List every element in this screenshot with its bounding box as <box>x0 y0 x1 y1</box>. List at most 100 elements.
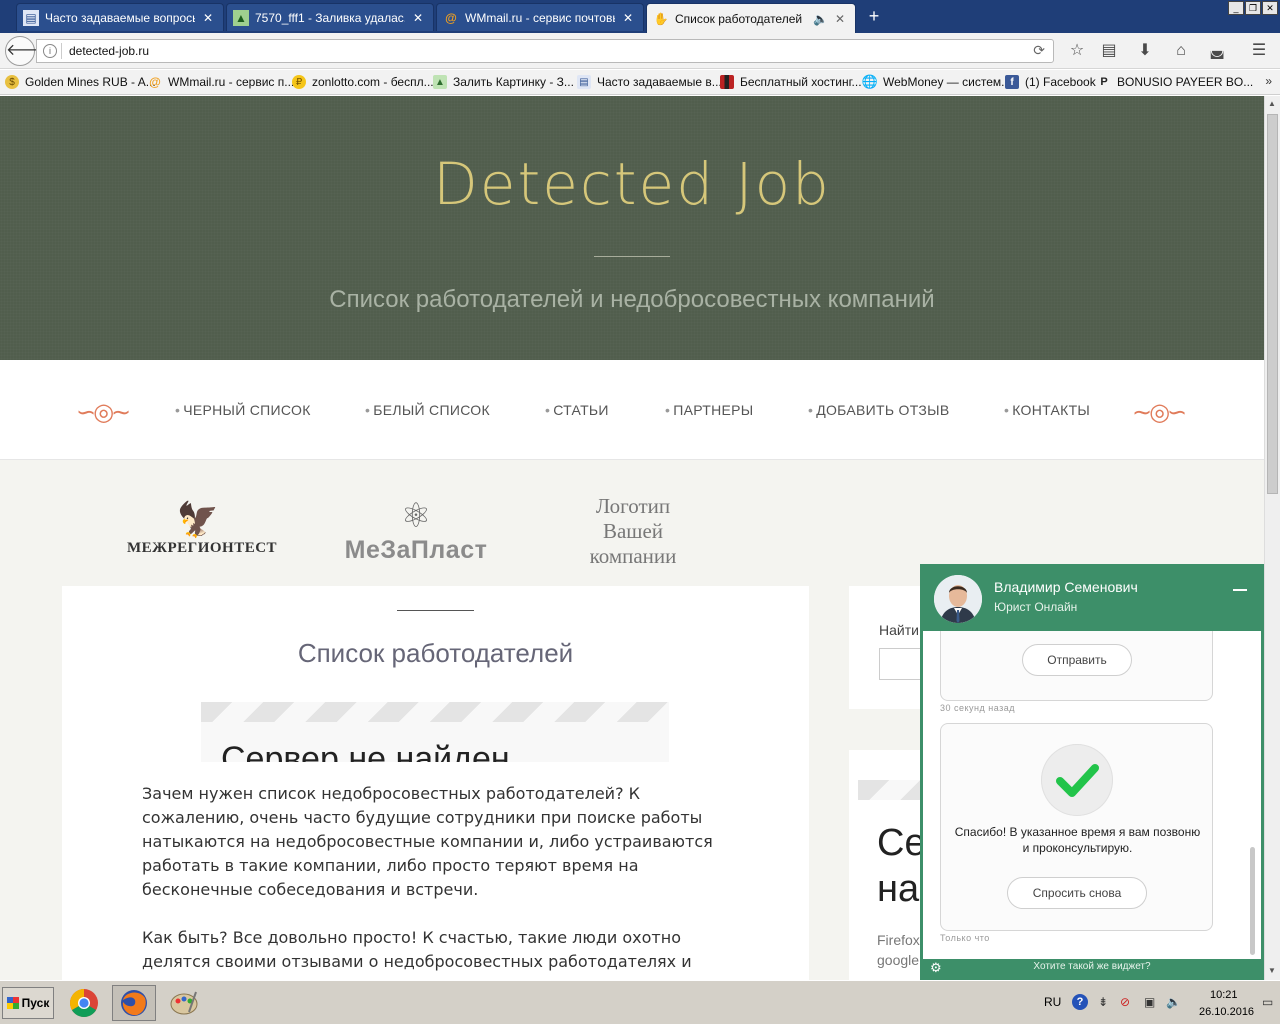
tab-label: 7570_fff1 - Заливка удалас... <box>255 10 405 25</box>
url-text[interactable]: detected-job.ru <box>69 44 149 58</box>
menu-item-label: ДОБАВИТЬ ОТЗЫВ <box>816 402 950 418</box>
menu-item-articles[interactable]: • СТАТЬИ <box>545 402 609 418</box>
close-icon[interactable]: ✕ <box>411 11 425 25</box>
bullet: • <box>365 402 371 418</box>
page-scrollbar[interactable]: ▲ ▼ <box>1264 96 1280 980</box>
reload-icon[interactable]: ⟳ <box>1033 42 1045 59</box>
heading-line: Се <box>877 822 926 864</box>
divider <box>397 610 474 611</box>
scroll-down-icon[interactable]: ▼ <box>1268 966 1276 975</box>
menu-item-blacklist[interactable]: • ЧЕРНЫЙ СПИСОК <box>175 402 311 418</box>
tab-employers-list[interactable]: ✋ Список работодателей 🔈 ✕ <box>646 3 856 33</box>
text-line: Firefox <box>877 932 920 948</box>
clock-date[interactable]: 26.10.2016 <box>1199 1006 1254 1018</box>
network-warning-icon[interactable]: ⊘ <box>1120 995 1130 1009</box>
bullet: • <box>175 402 181 418</box>
bullet: • <box>808 402 814 418</box>
error-heading: Сервер не найден <box>221 740 510 762</box>
bookmark-item[interactable]: f (1) Facebook <box>1005 75 1096 89</box>
download-icon[interactable]: ⬇ <box>1134 41 1156 61</box>
partner-logo-mezhregiontest[interactable]: 🦅 МЕЖРЕГИОНТЕСТ <box>127 500 277 557</box>
chat-messages: Отправить 30 секунд назад Спасибо! В ука… <box>923 631 1261 959</box>
ask-again-button[interactable]: Спросить снова <box>1007 877 1147 909</box>
close-window-button[interactable]: ✕ <box>1262 1 1278 15</box>
partner-logo-placeholder[interactable]: Логотип Вашей компании <box>560 494 706 569</box>
document-icon: ▤ <box>23 9 39 26</box>
paint-icon[interactable] <box>162 985 206 1021</box>
ornament-left-icon: ∽◎∼ <box>76 399 131 426</box>
site-title[interactable]: Detected Job <box>0 150 1264 218</box>
chrome-icon[interactable] <box>62 985 106 1021</box>
bookmark-label: zonlotto.com - беспл... <box>312 75 434 89</box>
atom-icon: ⚛ <box>400 497 432 535</box>
restore-window-button[interactable]: ❐ <box>1245 1 1261 15</box>
tab-image-host[interactable]: ▲ 7570_fff1 - Заливка удалас... ✕ <box>226 3 434 31</box>
bookmarks-overflow-icon[interactable]: » <box>1265 74 1272 88</box>
network-icon[interactable]: ▣ <box>1144 995 1155 1009</box>
bookmark-item[interactable]: ▲ Залить Картинку - З... <box>433 75 574 89</box>
menu-item-add-review[interactable]: • ДОБАВИТЬ ОТЗЫВ <box>808 402 950 418</box>
divider <box>61 43 62 59</box>
article-text: Зачем нужен список недобросовестных рабо… <box>142 782 732 980</box>
speaker-icon[interactable]: 🔈 <box>813 12 828 26</box>
expand-tray-icon[interactable]: ⇟ <box>1098 995 1108 1009</box>
pocket-icon[interactable]: ◛ <box>1206 41 1228 61</box>
address-bar[interactable]: i detected-job.ru ⟳ <box>36 39 1054 63</box>
firefox-icon[interactable] <box>112 985 156 1021</box>
chat-footer: ⚙ Хотите такой же виджет? <box>923 959 1261 977</box>
new-tab-button[interactable]: + <box>862 5 886 27</box>
widget-promo-link[interactable]: Хотите такой же виджет? <box>923 961 1261 972</box>
bullet: • <box>665 402 671 418</box>
placeholder-line: компании <box>589 544 677 568</box>
language-indicator[interactable]: RU <box>1044 995 1061 1009</box>
bookmark-label: (1) Facebook <box>1025 75 1096 89</box>
bookmark-item[interactable]: P BONUSIO PAYEER BO... <box>1097 75 1253 89</box>
bookmark-item[interactable]: ▤ Часто задаваемые в... <box>577 75 722 89</box>
clock-time[interactable]: 10:21 <box>1210 989 1238 1001</box>
info-icon[interactable]: i <box>43 44 57 58</box>
start-button[interactable]: Пуск <box>2 987 54 1019</box>
close-icon[interactable]: ✕ <box>833 12 847 26</box>
at-icon: @ <box>445 10 457 25</box>
minimize-icon[interactable] <box>1233 589 1247 591</box>
close-icon[interactable]: ✕ <box>201 11 215 25</box>
help-icon[interactable]: ? <box>1072 994 1088 1010</box>
partner-logo-mezaplast[interactable]: ⚛ МеЗаПласт <box>341 496 491 565</box>
menu-item-contacts[interactable]: • КОНТАКТЫ <box>1004 402 1090 418</box>
close-icon[interactable]: ✕ <box>621 11 635 25</box>
send-button[interactable]: Отправить <box>1022 644 1132 676</box>
scrollbar-thumb[interactable] <box>1267 114 1278 494</box>
volume-icon[interactable]: 🔈 <box>1166 995 1181 1009</box>
menu-item-label: СТАТЬИ <box>553 402 609 418</box>
menu-icon[interactable]: ☰ <box>1248 41 1270 61</box>
bookmark-item[interactable]: ₽ zonlotto.com - беспл... <box>292 75 434 89</box>
paragraph: Зачем нужен список недобросовестных рабо… <box>142 784 713 899</box>
page-title: Список работодателей <box>297 638 574 668</box>
menu-item-whitelist[interactable]: • БЕЛЫЙ СПИСОК <box>365 402 490 418</box>
scroll-up-icon[interactable]: ▲ <box>1268 99 1276 108</box>
home-icon[interactable]: ⌂ <box>1170 41 1192 61</box>
back-button[interactable]: 🡐 <box>5 36 49 66</box>
hand-icon: ✋ <box>653 11 669 26</box>
main-menu: ∽◎∼ • ЧЕРНЫЙ СПИСОК • БЕЛЫЙ СПИСОК • СТАТЬИ… <box>0 360 1264 460</box>
chat-scrollbar[interactable] <box>1250 847 1255 955</box>
windows-logo-icon <box>6 997 19 1009</box>
bookmark-item[interactable]: $ Golden Mines RUB - A... <box>5 75 156 89</box>
timestamp: Только что <box>940 933 990 943</box>
bookmark-star-icon[interactable]: ☆ <box>1066 41 1088 61</box>
tab-faq[interactable]: ▤ Часто задаваемые вопросы... ✕ <box>16 3 224 31</box>
minimize-window-button[interactable]: _ <box>1228 1 1244 15</box>
text-line: google <box>877 952 920 968</box>
message-bubble: Спасибо! В указанное время я вам позвоню… <box>940 723 1213 931</box>
bookmark-item[interactable]: @ WMmail.ru - сервис п... <box>148 75 294 89</box>
bookmark-item[interactable]: Бесплатный хостинг... <box>720 75 862 89</box>
reading-list-icon[interactable]: ▤ <box>1098 41 1120 61</box>
menu-item-label: КОНТАКТЫ <box>1012 402 1091 418</box>
show-desktop-icon[interactable]: ▭ <box>1262 995 1273 1009</box>
system-tray: RU ? ⇟ ⊘ ▣ 🔈 10:21 26.10.2016 ▭ <box>1040 985 1280 1021</box>
bookmark-label: Golden Mines RUB - A... <box>25 75 156 89</box>
bookmark-item[interactable]: 🌐 WebMoney — систем... <box>862 74 1011 89</box>
menu-item-partners[interactable]: • ПАРТНЕРЫ <box>665 402 753 418</box>
start-label: Пуск <box>21 996 50 1010</box>
tab-wmmail[interactable]: @ WMmail.ru - сервис почтовы... ✕ <box>436 3 644 31</box>
